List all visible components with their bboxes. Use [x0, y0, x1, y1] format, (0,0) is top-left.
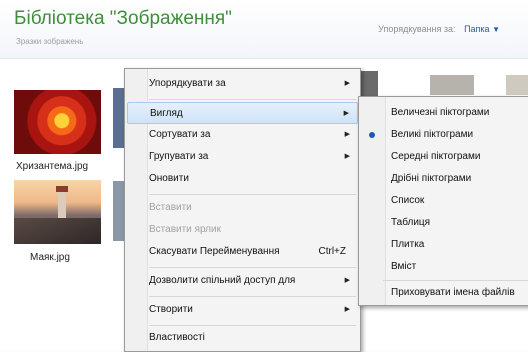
menu-item-label: Створити [149, 304, 193, 315]
partial-thumbnail[interactable] [360, 71, 378, 97]
view-content[interactable]: Вміст [361, 257, 528, 277]
menu-item-label: Групувати за [149, 151, 209, 162]
menu-item-label: Вставити [149, 202, 192, 213]
view-small-icons[interactable]: Дрібні піктограми [361, 169, 528, 189]
chevron-down-icon[interactable]: ▼ [492, 25, 500, 34]
menu-item-label: Плитка [391, 239, 425, 250]
menu-item-paste-shortcut[interactable]: Вставити ярлик [127, 219, 358, 241]
view-extra-large-icons[interactable]: Величезні піктограми [361, 103, 528, 123]
chevron-right-icon: ▶ [344, 153, 350, 160]
menu-item-label: Упорядкувати за [149, 78, 226, 89]
menu-item-label: Вміст [391, 261, 417, 272]
file-name-lighthouse[interactable]: Маяк.jpg [30, 252, 70, 263]
arrange-by-control[interactable]: Упорядкування за: Папка ▼ [378, 24, 500, 34]
menu-separator [149, 267, 356, 268]
lighthouse-shape [56, 186, 68, 220]
menu-item-sort-by[interactable]: Сортувати за ▶ [127, 124, 358, 146]
library-header: Бібліотека "Зображення" Зразки зображень… [0, 0, 528, 59]
lighthouse-thumbnail[interactable] [14, 180, 101, 244]
menu-item-paste[interactable]: Вставити [127, 197, 358, 219]
menu-item-label: Властивості [149, 332, 205, 343]
radio-dot-icon [369, 132, 375, 138]
menu-item-label: Вигляд [150, 108, 183, 119]
menu-item-view[interactable]: Вигляд ▶ [127, 102, 358, 124]
chevron-right-icon: ▶ [344, 131, 350, 138]
chevron-right-icon: ▶ [344, 277, 350, 284]
menu-item-label: Дрібні піктограми [391, 173, 472, 184]
context-menu: Упорядкувати за ▶ Вигляд ▶ Сортувати за … [124, 68, 361, 352]
menu-item-label: Скасувати Перейменування [149, 246, 280, 257]
menu-item-new[interactable]: Створити ▶ [127, 299, 358, 321]
arrange-by-value[interactable]: Папка [464, 24, 490, 34]
menu-separator [383, 280, 528, 281]
menu-item-share-with[interactable]: Дозволити спільний доступ для ▶ [127, 270, 358, 292]
view-details[interactable]: Таблиця [361, 213, 528, 233]
library-title: Бібліотека "Зображення" [14, 8, 232, 29]
menu-separator [149, 99, 356, 100]
menu-separator [149, 325, 356, 326]
chevron-right-icon: ▶ [344, 80, 350, 87]
menu-item-label: Таблиця [391, 217, 431, 228]
menu-item-arrange-by[interactable]: Упорядкувати за ▶ [127, 73, 358, 95]
partial-thumbnail[interactable] [506, 75, 528, 95]
view-tiles[interactable]: Плитка [361, 235, 528, 255]
menu-separator [149, 194, 356, 195]
file-name-chrysanthemum[interactable]: Хризантема.jpg [16, 161, 88, 172]
menu-item-shortcut: Ctrl+Z [318, 246, 347, 257]
menu-item-label: Середні піктограми [391, 151, 481, 162]
menu-item-label: Величезні піктограми [391, 107, 490, 118]
chevron-right-icon: ▶ [343, 110, 349, 117]
menu-item-group-by[interactable]: Групувати за ▶ [127, 146, 358, 168]
library-subtitle: Зразки зображень [16, 37, 84, 46]
menu-item-label: Дозволити спільний доступ для [149, 275, 296, 286]
menu-item-refresh[interactable]: Оновити [127, 168, 358, 190]
menu-item-label: Список [391, 195, 425, 206]
chrysanthemum-thumbnail[interactable] [14, 90, 101, 154]
rock-shape [14, 218, 101, 244]
menu-item-label: Вставити ярлик [149, 224, 221, 235]
menu-item-label: Великі піктограми [391, 129, 474, 140]
view-large-icons[interactable]: Великі піктограми [361, 125, 528, 145]
menu-item-label: Оновити [149, 173, 189, 184]
menu-separator [149, 296, 356, 297]
menu-item-undo-rename[interactable]: Скасувати Перейменування Ctrl+Z [127, 241, 358, 263]
arrange-by-label: Упорядкування за: [378, 24, 456, 34]
view-list[interactable]: Список [361, 191, 528, 211]
menu-item-label: Приховувати імена файлів [391, 287, 515, 298]
menu-item-label: Сортувати за [149, 129, 211, 140]
chevron-right-icon: ▶ [344, 306, 350, 313]
menu-item-properties[interactable]: Властивості [127, 327, 358, 349]
view-hide-file-names[interactable]: Приховувати імена файлів [361, 283, 528, 303]
view-submenu: Величезні піктограми Великі піктограми С… [358, 96, 528, 306]
view-medium-icons[interactable]: Середні піктограми [361, 147, 528, 167]
partial-thumbnail[interactable] [430, 75, 474, 95]
